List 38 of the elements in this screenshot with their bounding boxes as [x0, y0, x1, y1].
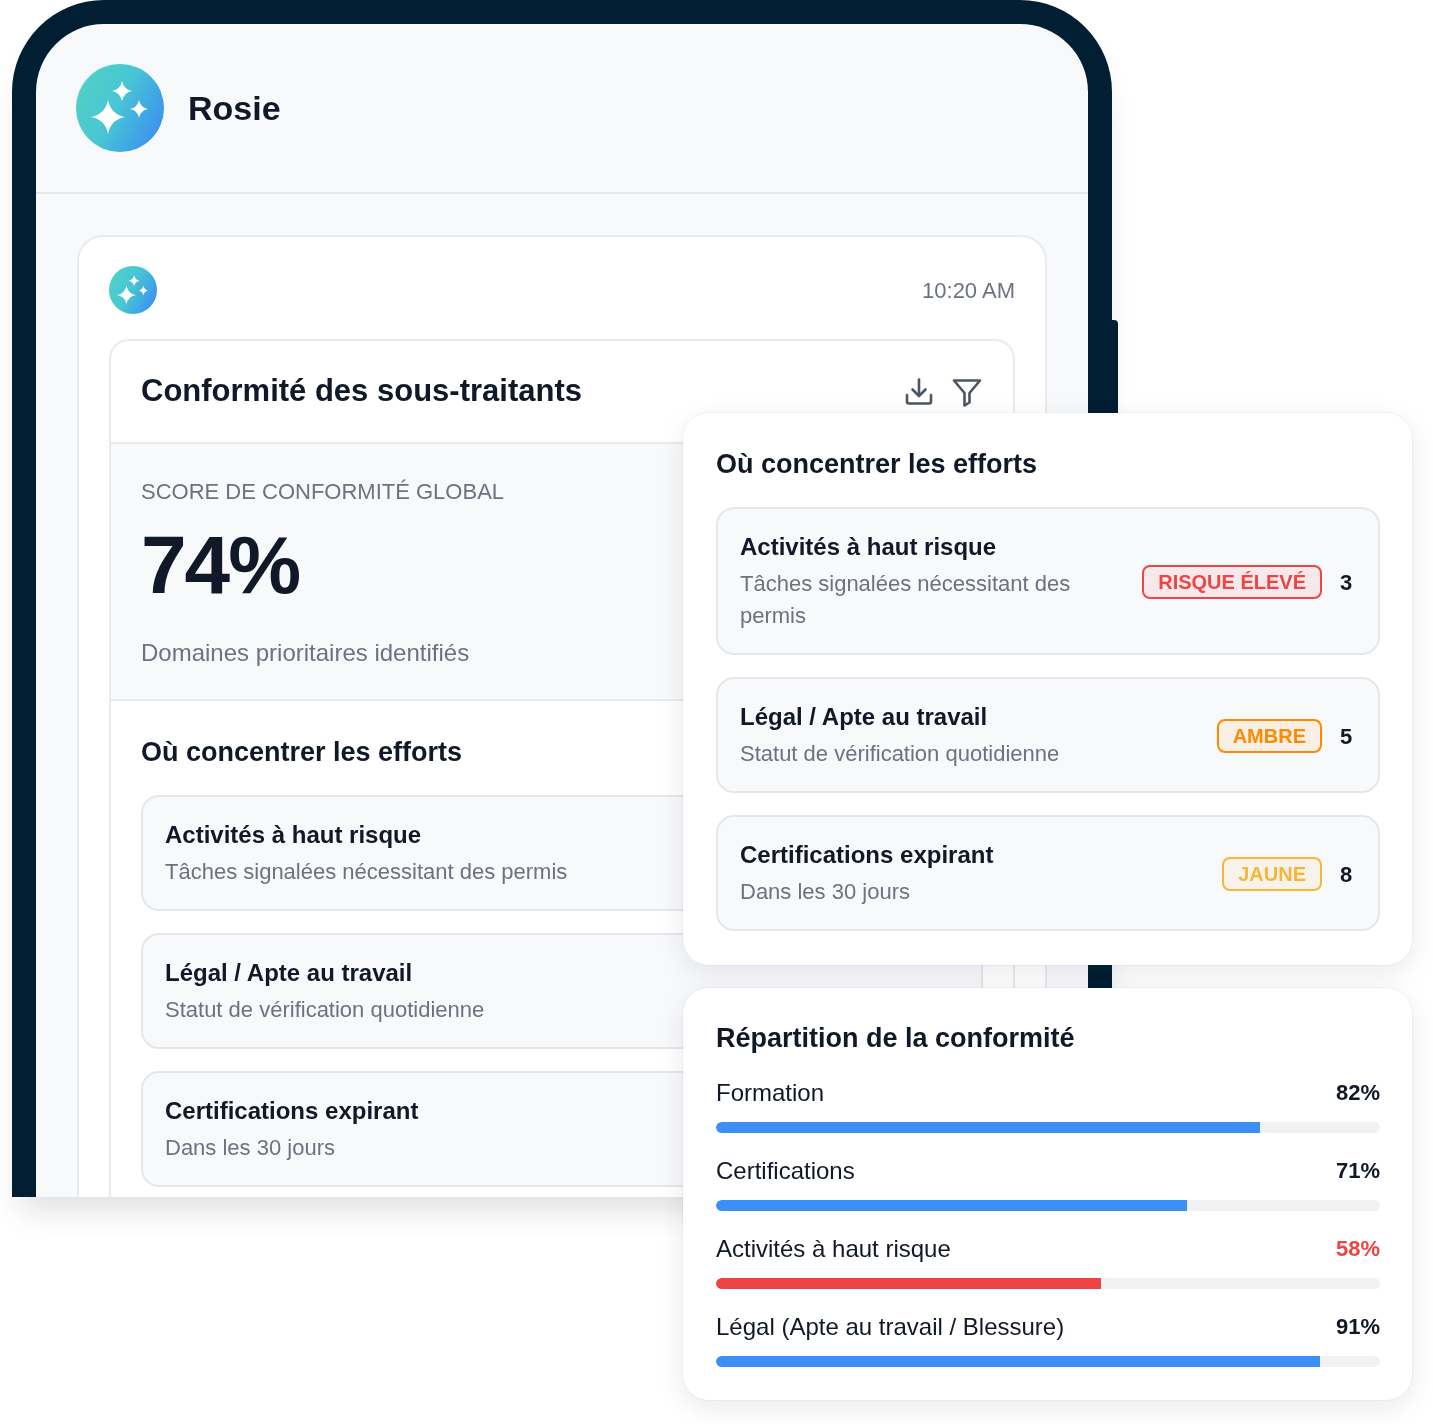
item-subtitle: Statut de vérification quotidienne [740, 740, 1060, 768]
section-title: Répartition de la conformité [716, 1022, 1075, 1055]
item-subtitle: Tâches signalées nécessitant des permis [740, 570, 1072, 630]
percent-value: 82% [1335, 1079, 1380, 1107]
status-tag: JAUNE [1222, 857, 1322, 891]
score-caption: Domaines prioritaires identifiés [141, 638, 470, 668]
item-title: Activités à haut risque [165, 820, 422, 850]
item-subtitle: Tâches signalées nécessitant des permis [165, 858, 568, 886]
item-count: 3 [1340, 568, 1354, 597]
category-label: Activités à haut risque [716, 1234, 951, 1264]
score-label: SCORE DE CONFORMITÉ GLOBAL [141, 478, 505, 506]
category-label: Formation [716, 1078, 825, 1108]
item-count: 8 [1340, 860, 1354, 889]
section-title: Où concentrer les efforts [141, 736, 463, 769]
percent-value: 71% [1335, 1157, 1380, 1185]
percent-value: 58% [1335, 1235, 1380, 1263]
percent-value: 91% [1335, 1313, 1380, 1341]
section-title: Où concentrer les efforts [716, 448, 1038, 481]
item-title: Légal / Apte au travail [165, 958, 413, 988]
item-title: Activités à haut risque [740, 532, 997, 562]
sparkles-avatar-icon [109, 266, 157, 314]
sparkles-avatar-icon [76, 64, 164, 152]
item-title: Certifications expirant [740, 840, 994, 870]
score-value: 74% [141, 523, 300, 607]
assistant-name: Rosie [188, 87, 281, 129]
item-subtitle: Dans les 30 jours [165, 1134, 335, 1162]
item-title: Certifications expirant [165, 1096, 419, 1126]
item-title: Légal / Apte au travail [740, 702, 988, 732]
status-tag: AMBRE [1216, 719, 1322, 753]
item-count: 5 [1340, 722, 1354, 751]
report-title: Conformité des sous-traitants [141, 372, 582, 411]
item-subtitle: Statut de vérification quotidienne [165, 996, 485, 1024]
item-subtitle: Dans les 30 jours [740, 878, 910, 906]
category-label: Certifications [716, 1156, 855, 1186]
category-label: Légal (Apte au travail / Blessure) [716, 1312, 1065, 1342]
status-tag: RISQUE ÉLEVÉ [1142, 565, 1322, 599]
message-time: 10:20 AM [922, 276, 1015, 305]
download-icon[interactable] [903, 375, 935, 408]
